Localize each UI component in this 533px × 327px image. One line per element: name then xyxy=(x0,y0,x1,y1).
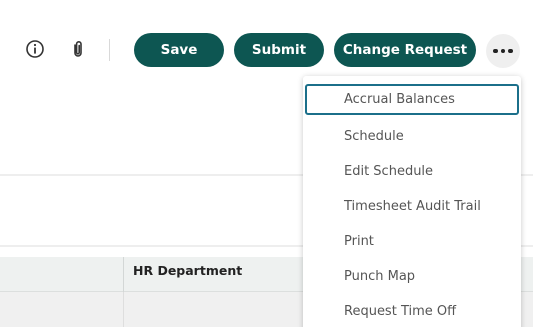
menu-item-timesheet-audit-trail[interactable]: Timesheet Audit Trail xyxy=(305,191,519,222)
column-header-hr-department[interactable]: HR Department xyxy=(133,263,242,278)
column-divider xyxy=(123,292,124,327)
menu-item-schedule[interactable]: Schedule xyxy=(305,121,519,152)
more-horizontal-icon[interactable] xyxy=(486,34,520,68)
menu-item-print[interactable]: Print xyxy=(305,226,519,257)
change-request-button[interactable]: Change Request xyxy=(334,33,476,67)
info-icon[interactable] xyxy=(23,37,47,61)
dot xyxy=(500,48,506,54)
menu-item-punch-map[interactable]: Punch Map xyxy=(305,261,519,292)
dot xyxy=(508,48,513,54)
save-button[interactable]: Save xyxy=(134,33,224,67)
menu-item-request-time-off[interactable]: Request Time Off xyxy=(305,296,519,327)
toolbar-divider xyxy=(109,39,110,61)
paperclip-icon[interactable] xyxy=(66,37,90,61)
menu-item-edit-schedule[interactable]: Edit Schedule xyxy=(305,156,519,187)
dot xyxy=(493,48,498,54)
page: Save Submit Change Request HR Department… xyxy=(0,0,533,327)
more-actions-menu: Accrual Balances Schedule Edit Schedule … xyxy=(303,76,521,327)
column-divider xyxy=(123,257,124,292)
submit-button[interactable]: Submit xyxy=(234,33,324,67)
menu-item-accrual-balances[interactable]: Accrual Balances xyxy=(305,84,519,115)
